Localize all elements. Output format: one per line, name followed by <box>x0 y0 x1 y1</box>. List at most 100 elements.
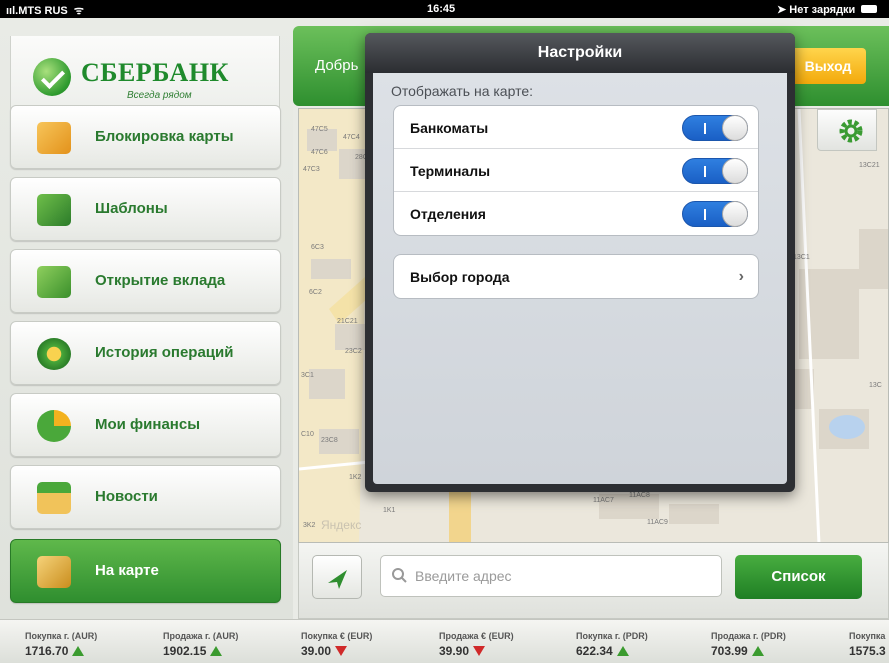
sidebar-item-history[interactable]: История операций <box>10 321 281 385</box>
ticker-value: 39.90 <box>439 644 470 658</box>
map-label: 3C1 <box>301 372 314 379</box>
battery-icon <box>861 5 878 13</box>
toggle-row-atms: Банкоматы <box>394 106 758 149</box>
search-bar: Список <box>298 543 889 619</box>
toggle-group: Банкоматы Терминалы Отделения <box>393 105 759 236</box>
ticker-label: Покупка г. (PDR) <box>576 631 648 641</box>
settings-popover: Настройки Отображать на карте: Банкоматы… <box>365 33 795 492</box>
status-bar: ııl.MTS RUS ᯤ 16:45 ➤ Нет зарядки <box>0 0 889 18</box>
arrow-down-icon <box>473 646 486 656</box>
sidebar: СБЕРБАНК Всегда рядом Блокировка карты Ш… <box>0 18 293 619</box>
chevron-right-icon: › <box>738 268 744 285</box>
carrier-label: ııl.MTS RUS ᯤ <box>6 5 84 17</box>
sidebar-item-label: Открытие вклада <box>95 272 226 289</box>
lock-card-icon <box>37 122 71 154</box>
map-label: 1K2 <box>349 474 362 481</box>
gear-icon <box>839 119 863 143</box>
sidebar-item-label: Мои финансы <box>95 416 201 433</box>
arrow-down-icon <box>335 646 348 656</box>
popover-body: Отображать на карте: Банкоматы Терминалы… <box>373 73 787 484</box>
atms-switch[interactable] <box>682 115 748 141</box>
map-label: 13C <box>869 382 882 389</box>
exit-button[interactable]: Выход <box>790 48 866 84</box>
sidebar-item-card-block[interactable]: Блокировка карты <box>10 105 281 169</box>
map-label: 13C1 <box>793 254 810 261</box>
list-button[interactable]: Список <box>735 555 862 599</box>
search-icon <box>392 568 407 583</box>
locate-me-button[interactable] <box>312 555 362 599</box>
map-label: 1K1 <box>383 507 396 514</box>
address-input[interactable] <box>415 556 715 596</box>
history-icon <box>37 338 71 370</box>
address-search-field[interactable] <box>380 555 722 597</box>
signal-icon: ııl. <box>6 5 19 17</box>
toggle-row-terminals: Терминалы <box>394 149 758 192</box>
currency-ticker: Покупка г. (AUR) 1716.70 Продажа г. (AUR… <box>0 619 889 663</box>
arrow-up-icon <box>210 646 223 656</box>
branches-switch[interactable] <box>682 201 748 227</box>
ticker-value: 703.99 <box>711 644 748 658</box>
yandex-watermark: Яндекс <box>321 518 361 532</box>
sidebar-item-label: Новости <box>95 488 158 505</box>
sidebar-item-label: История операций <box>95 344 234 361</box>
map-label: C10 <box>301 431 314 438</box>
sidebar-item-templates[interactable]: Шаблоны <box>10 177 281 241</box>
map-label: 6C2 <box>309 289 322 296</box>
map-pin-icon <box>37 556 71 588</box>
map-label: 23C2 <box>345 348 362 355</box>
sberbank-logo-icon <box>33 58 71 96</box>
toggle-label: Терминалы <box>410 163 491 179</box>
arrow-up-icon <box>616 646 629 656</box>
map-label: 3K2 <box>303 522 316 529</box>
sidebar-item-label: Шаблоны <box>95 200 168 217</box>
sidebar-item-deposit[interactable]: Открытие вклада <box>10 249 281 313</box>
ticker-item: Покупка г. (PDR) 622.34 <box>576 631 706 658</box>
location-arrow-icon: ➤ <box>777 4 790 16</box>
deposit-icon <box>37 266 71 298</box>
map-label: 21C21 <box>337 318 358 325</box>
pie-chart-icon <box>37 410 71 442</box>
logo-tagline: Всегда рядом <box>127 90 192 101</box>
ticker-item: Покупка € (EUR) 39.00 <box>301 631 431 658</box>
city-select-row[interactable]: Выбор города › <box>394 255 758 298</box>
toggle-label: Банкоматы <box>410 120 489 136</box>
ticker-item: Продажа г. (AUR) 1902.15 <box>163 631 293 658</box>
ticker-item: Продажа г. (PDR) 703.99 <box>711 631 841 658</box>
battery-status: ➤ Нет зарядки <box>777 3 878 16</box>
ticker-label: Продажа г. (AUR) <box>163 631 239 641</box>
ticker-value: 622.34 <box>576 644 613 658</box>
city-group: Выбор города › <box>393 254 759 299</box>
logo: СБЕРБАНК Всегда рядом <box>10 36 280 116</box>
map-label: 13C21 <box>859 162 880 169</box>
clock: 16:45 <box>427 3 456 15</box>
ticker-item: Покупка г. (AUR) 1716.70 <box>25 631 155 658</box>
map-label: 6C3 <box>311 244 324 251</box>
logo-name: СБЕРБАНК <box>81 58 229 87</box>
map-label: 11AC7 <box>593 497 614 504</box>
sidebar-item-map[interactable]: На карте <box>10 539 281 603</box>
ticker-label: Покупка <box>849 631 886 641</box>
map-label: 47C6 <box>311 149 328 156</box>
popover-title: Настройки <box>537 44 623 61</box>
sidebar-item-label: На карте <box>95 562 159 579</box>
sidebar-item-news[interactable]: Новости <box>10 465 281 529</box>
city-select-label: Выбор города <box>410 269 510 285</box>
sidebar-item-label: Блокировка карты <box>95 128 234 145</box>
location-arrow-icon <box>328 570 347 589</box>
ticker-value: 1902.15 <box>163 644 207 658</box>
toggle-label: Отделения <box>410 206 486 222</box>
map-label: 23C8 <box>321 437 338 444</box>
folder-icon <box>37 194 71 226</box>
terminals-switch[interactable] <box>682 158 748 184</box>
map-label: 11AC9 <box>647 519 668 526</box>
news-icon <box>37 482 71 514</box>
section-label: Отображать на карте: <box>391 83 533 99</box>
ticker-label: Продажа г. (PDR) <box>711 631 786 641</box>
map-label: 47C5 <box>311 126 328 133</box>
ticker-item: Продажа € (EUR) 39.90 <box>439 631 569 658</box>
greeting-text: Добрь <box>315 57 359 74</box>
map-settings-button[interactable] <box>817 109 877 151</box>
sidebar-item-finances[interactable]: Мои финансы <box>10 393 281 457</box>
ticker-label: Продажа € (EUR) <box>439 631 514 641</box>
popover-header: Настройки <box>365 33 795 73</box>
